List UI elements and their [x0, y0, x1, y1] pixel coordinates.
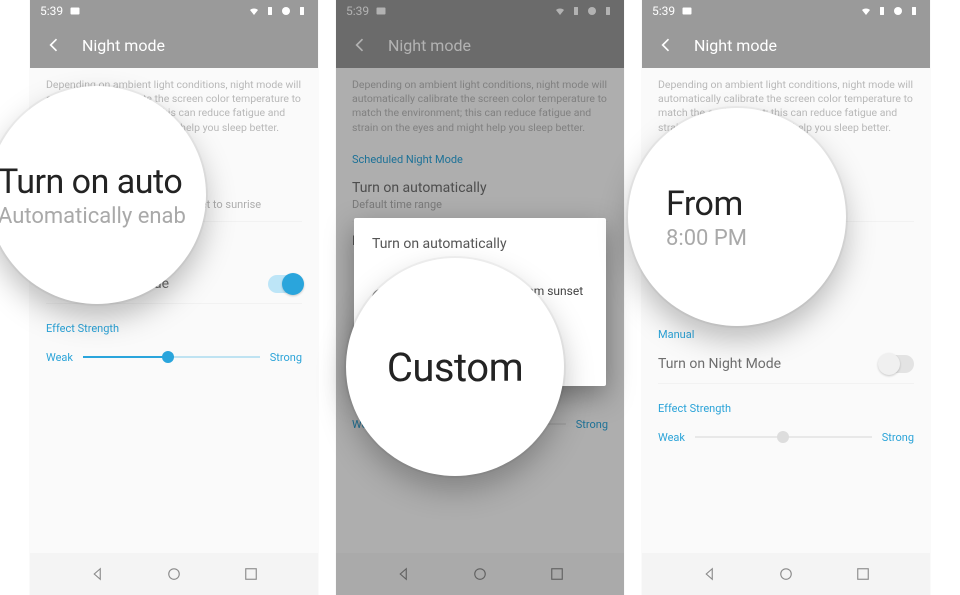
app-bar: Night mode	[30, 22, 318, 68]
row-sublabel: Default time range	[352, 198, 608, 211]
section-manual: Manual	[658, 328, 914, 341]
dnd-icon	[280, 5, 292, 17]
battery-icon	[908, 5, 920, 17]
nav-back-icon[interactable]	[89, 565, 107, 583]
row-label: Turn on Night Mode	[658, 356, 781, 372]
nav-bar	[642, 553, 930, 595]
lens-secondary: Automatically enab	[0, 204, 186, 229]
effect-strength-slider[interactable]: Weak Strong	[46, 351, 302, 364]
nav-recent-icon[interactable]	[242, 565, 260, 583]
slider-strong-label: Strong	[576, 418, 608, 431]
back-icon[interactable]	[656, 35, 676, 55]
slider-weak-label: Weak	[658, 431, 685, 444]
status-time: 5:39	[652, 4, 675, 18]
lens-primary: Turn on auto	[0, 162, 182, 202]
app-bar: Night mode	[336, 22, 624, 68]
status-time: 5:39	[40, 4, 63, 18]
nav-bar	[30, 553, 318, 595]
nav-home-icon[interactable]	[471, 565, 489, 583]
image-icon	[681, 5, 693, 17]
battery-icon	[602, 5, 614, 17]
status-bar: 5:39	[336, 0, 624, 22]
dialog-title: Turn on automatically	[372, 236, 588, 252]
slider-strong-label: Strong	[882, 431, 914, 444]
slider-strong-label: Strong	[270, 351, 302, 364]
back-icon[interactable]	[44, 35, 64, 55]
nav-recent-icon[interactable]	[548, 565, 566, 583]
nav-back-icon[interactable]	[701, 565, 719, 583]
nav-home-icon[interactable]	[165, 565, 183, 583]
nav-recent-icon[interactable]	[854, 565, 872, 583]
slider-weak-label: Weak	[46, 351, 73, 364]
row-label: Turn on automatically	[352, 180, 608, 196]
toggle-night-mode[interactable]	[268, 275, 302, 293]
status-time: 5:39	[346, 4, 369, 18]
magnifier-lens-3: From 8:00 PM	[628, 108, 846, 326]
dnd-icon	[892, 5, 904, 17]
lens-secondary: 8:00 PM	[666, 226, 747, 251]
vibrate-icon	[264, 5, 276, 17]
app-bar: Night mode	[642, 22, 930, 68]
wifi-icon	[860, 5, 872, 17]
appbar-title: Night mode	[694, 36, 777, 55]
status-bar: 5:39	[30, 0, 318, 22]
effect-strength-slider[interactable]: Weak Strong	[658, 431, 914, 444]
section-scheduled: Scheduled Night Mode	[352, 153, 608, 166]
nav-back-icon[interactable]	[395, 565, 413, 583]
image-icon	[69, 5, 81, 17]
appbar-title: Night mode	[388, 36, 471, 55]
magnifier-lens-2: Custom	[346, 258, 564, 476]
vibrate-icon	[570, 5, 582, 17]
lens-primary: Custom	[387, 344, 523, 391]
row-turn-on-auto[interactable]: Turn on automatically Default time range	[352, 166, 608, 222]
wifi-icon	[248, 5, 260, 17]
nav-bar	[336, 553, 624, 595]
back-icon[interactable]	[350, 35, 370, 55]
row-turn-on-night[interactable]: Turn on Night Mode	[658, 341, 914, 384]
dnd-icon	[586, 5, 598, 17]
wifi-icon	[554, 5, 566, 17]
toggle-night-mode[interactable]	[880, 355, 914, 373]
section-effect: Effect Strength	[658, 402, 914, 415]
battery-icon	[296, 5, 308, 17]
nav-home-icon[interactable]	[777, 565, 795, 583]
status-bar: 5:39	[642, 0, 930, 22]
section-effect: Effect Strength	[46, 322, 302, 335]
description-text: Depending on ambient light conditions, n…	[352, 78, 608, 135]
image-icon	[375, 5, 387, 17]
vibrate-icon	[876, 5, 888, 17]
lens-primary: From	[666, 184, 743, 224]
appbar-title: Night mode	[82, 36, 165, 55]
